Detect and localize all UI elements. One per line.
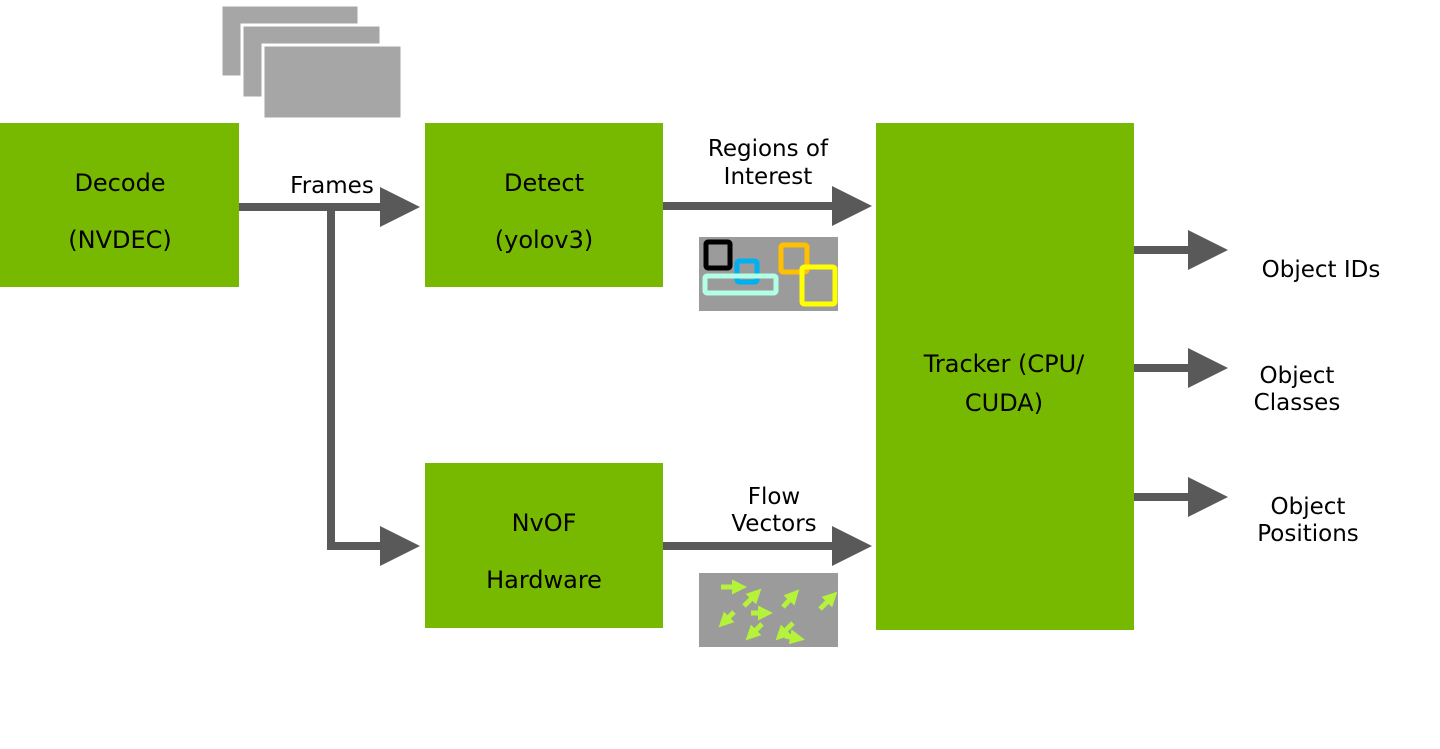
detect-sublabel: (yolov3) <box>495 226 593 254</box>
output-classes-label-2: Classes <box>1254 390 1341 416</box>
frames-stack-icon <box>219 3 404 121</box>
tracker-sublabel: CUDA) <box>965 389 1043 417</box>
roi-label-1: Regions of <box>708 136 829 162</box>
flow-label-1: Flow <box>748 484 801 510</box>
tracker-label: Tracker (CPU/ <box>923 350 1085 378</box>
output-positions-label-1: Object <box>1271 494 1346 520</box>
roi-label-2: Interest <box>724 164 813 190</box>
frames-label: Frames <box>290 173 374 199</box>
detect-block: Detect (yolov3) <box>425 123 663 287</box>
flow-label-2: Vectors <box>731 511 816 537</box>
regions-of-interest-thumbnail <box>699 237 838 311</box>
output-classes-label-1: Object <box>1260 363 1335 389</box>
decode-sublabel: (NVDEC) <box>68 226 172 254</box>
decode-label: Decode <box>74 169 165 197</box>
output-positions-label-2: Positions <box>1257 521 1359 547</box>
decode-block: Decode (NVDEC) <box>0 123 239 287</box>
flow-vectors-thumbnail <box>699 573 838 647</box>
nvof-label: NvOF <box>512 509 577 537</box>
detect-label: Detect <box>504 169 584 197</box>
output-ids-label: Object IDs <box>1262 257 1381 283</box>
arrow-frames-nvof <box>327 207 420 566</box>
tracker-block: Tracker (CPU/ CUDA) <box>876 123 1134 630</box>
pipeline-diagram: Decode (NVDEC) Detect (yolov3) NvOF Hard… <box>0 3 1381 647</box>
nvof-block: NvOF Hardware <box>425 463 663 628</box>
nvof-sublabel: Hardware <box>486 566 602 594</box>
